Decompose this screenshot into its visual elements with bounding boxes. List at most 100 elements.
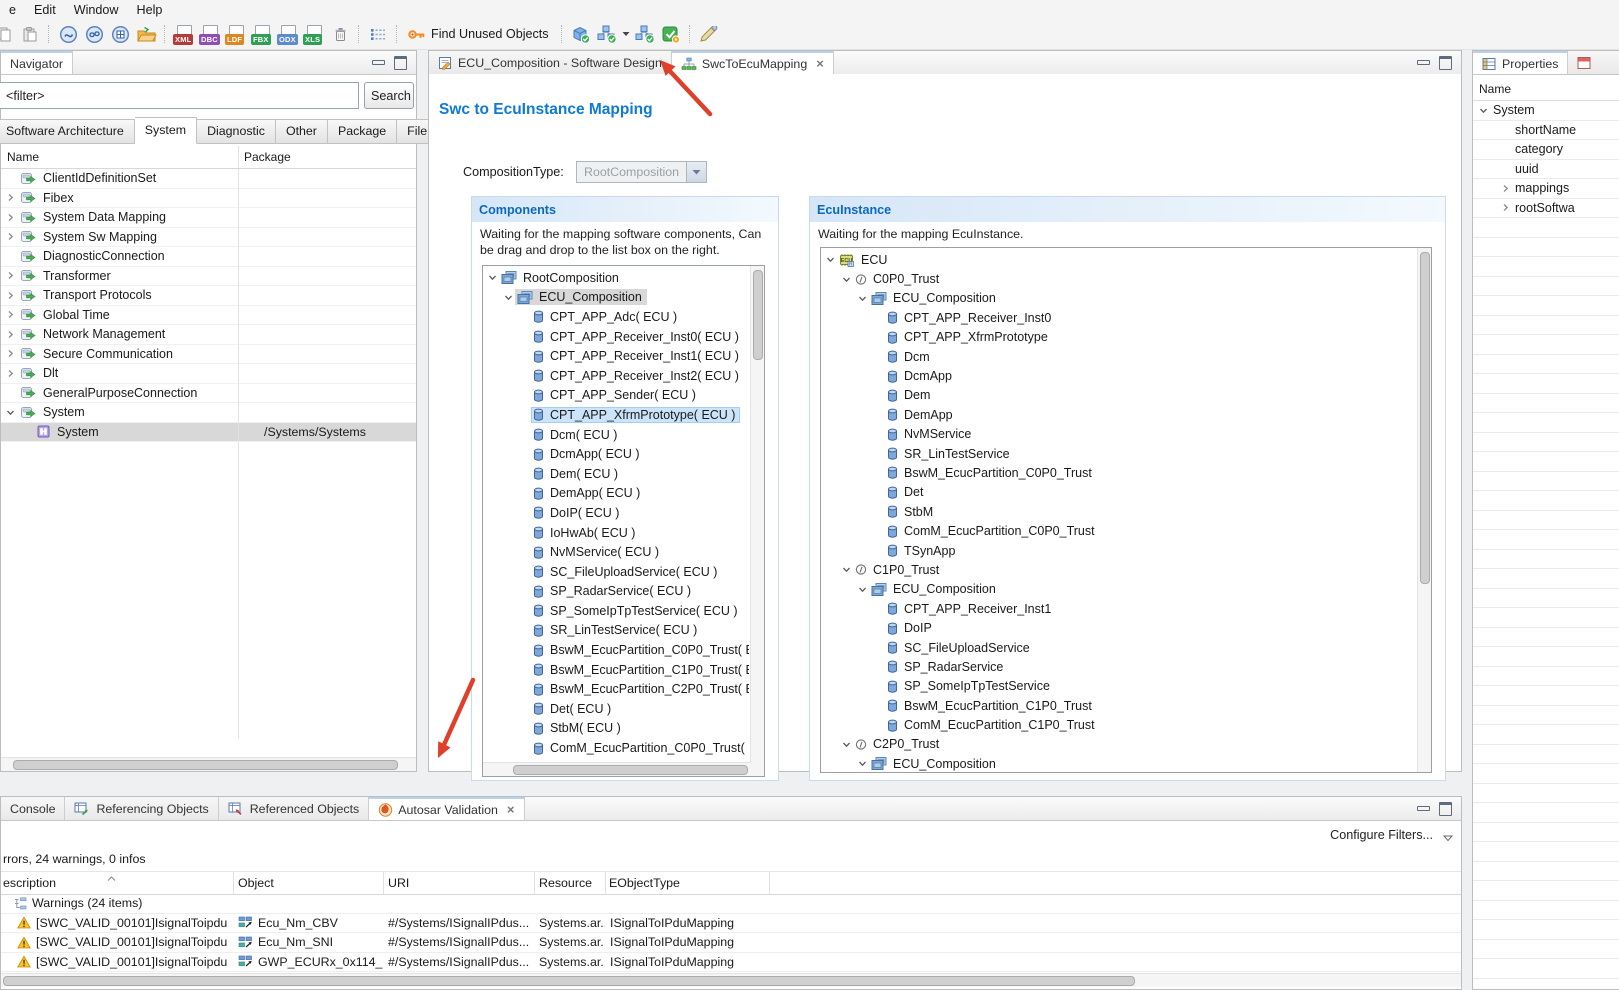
column-header-eobjecttype[interactable]: EObjectType xyxy=(609,876,680,890)
tree-item[interactable]: SR_LinTestService xyxy=(821,444,1418,463)
tree-item[interactable]: ComM_EcucPartition_C1P0_Trust xyxy=(821,715,1418,734)
property-row[interactable]: category xyxy=(1473,140,1619,160)
navigator-row[interactable]: System Data Mapping xyxy=(1,208,416,228)
navigator-row[interactable]: GeneralPurposeConnection xyxy=(1,384,416,404)
tree-item[interactable]: DoIP xyxy=(821,618,1418,637)
tree-item[interactable]: RootComposition xyxy=(483,268,751,288)
navigator-tab-diagnostic[interactable]: Diagnostic xyxy=(197,119,276,144)
cubes-check-button[interactable] xyxy=(594,22,620,46)
expander-closed-icon[interactable] xyxy=(1499,184,1512,193)
expander-closed-icon[interactable] xyxy=(4,193,17,202)
maximize-icon[interactable] xyxy=(394,56,407,70)
tree-item[interactable]: BswM_EcucPartition_C1P0_Trust xyxy=(821,696,1418,715)
tree-item[interactable]: CPT_APP_XfrmPrototype xyxy=(821,328,1418,347)
list-button[interactable] xyxy=(365,22,391,46)
delete-button[interactable] xyxy=(327,22,353,46)
expander-open-icon[interactable] xyxy=(4,408,17,417)
navigator-tab-software-architecture[interactable]: Software Architecture xyxy=(0,119,135,144)
expander-open-icon[interactable] xyxy=(824,255,837,264)
column-header-escription[interactable]: escription xyxy=(3,876,56,890)
ecuinstance-vscrollbar[interactable] xyxy=(1417,248,1431,772)
tree-item[interactable]: BswM_EcucPartition_C1P0_Trust( ECU ) xyxy=(483,660,751,680)
tree-item[interactable]: Dem( ECU ) xyxy=(483,464,751,484)
validation-row[interactable]: [SWC_VALID_00101]IsignalToipduEcu_Nm_SNI… xyxy=(1,933,1461,953)
property-row[interactable]: mappings xyxy=(1473,179,1619,199)
expander-closed-icon[interactable] xyxy=(4,213,17,222)
expander-closed-icon[interactable] xyxy=(4,291,17,300)
tree-item[interactable]: C0P0_Trust xyxy=(821,269,1418,288)
navigator-hscrollbar[interactable] xyxy=(1,757,416,771)
warnings-group-row[interactable]: Warnings (24 items) xyxy=(1,894,1461,914)
tree-item[interactable]: IoHwAb( ECU ) xyxy=(483,523,751,543)
property-row[interactable]: shortName xyxy=(1473,121,1619,141)
tree-item[interactable]: Det( ECU ) xyxy=(483,699,751,719)
tree-item[interactable]: ECU_Composition xyxy=(483,288,751,308)
navigator-row[interactable]: System xyxy=(1,403,416,423)
tree-item[interactable]: CPT_APP_Receiver_Inst1( ECU ) xyxy=(483,346,751,366)
tree-item[interactable]: ECU_Composition xyxy=(821,289,1418,308)
tree-item[interactable]: NvMService( ECU ) xyxy=(483,542,751,562)
tree-item[interactable]: Dem xyxy=(821,386,1418,405)
editor-tab-swctoecumapping[interactable]: SwcToEcuMapping× xyxy=(672,51,834,74)
property-row[interactable]: uuid xyxy=(1473,160,1619,180)
menu-e[interactable]: e xyxy=(0,1,25,19)
odx-file-icon[interactable]: ODX xyxy=(277,24,299,45)
tree-item[interactable]: Det xyxy=(821,483,1418,502)
console-tab-referencing-objects[interactable]: Referencing Objects xyxy=(65,797,218,820)
expander-open-icon[interactable] xyxy=(856,759,869,768)
components-vscrollbar[interactable] xyxy=(750,266,764,776)
console-hscrollbar[interactable] xyxy=(1,973,1461,987)
menu-help[interactable]: Help xyxy=(128,1,172,19)
navigator-row[interactable]: Transport Protocols xyxy=(1,286,416,306)
expander-open-icon[interactable] xyxy=(856,585,869,594)
tree-item[interactable]: SP_SomeIpTpTestService( ECU ) xyxy=(483,601,751,621)
console-tab-console[interactable]: Console xyxy=(1,797,65,820)
minimize-icon[interactable] xyxy=(1417,60,1430,65)
tree-item[interactable]: DemApp( ECU ) xyxy=(483,484,751,504)
tree-item[interactable]: SP_RadarService( ECU ) xyxy=(483,582,751,602)
navigator-tab-package[interactable]: Package xyxy=(328,119,397,144)
tree-item[interactable]: SR_LinTestService( ECU ) xyxy=(483,621,751,641)
tree-item[interactable]: ECU_Composition xyxy=(821,580,1418,599)
tree-item[interactable]: ECURECU xyxy=(821,250,1418,269)
tree-item[interactable]: CPT_APP_Receiver_Inst2( ECU ) xyxy=(483,366,751,386)
expander-closed-icon[interactable] xyxy=(4,330,17,339)
tree-item[interactable]: BswM_EcucPartition_C0P0_Trust xyxy=(821,463,1418,482)
view-menu-icon[interactable] xyxy=(1443,831,1453,845)
navigator-row[interactable]: System/Systems/Systems xyxy=(1,423,416,443)
navigator-row[interactable]: Dlt xyxy=(1,364,416,384)
ldf-file-icon[interactable]: LDF xyxy=(225,24,247,45)
tree-item[interactable]: StbM( ECU ) xyxy=(483,719,751,739)
copy-button[interactable] xyxy=(0,22,17,46)
column-header-package[interactable]: Package xyxy=(244,150,291,164)
cube-check-button[interactable] xyxy=(568,22,594,46)
expander-open-icon[interactable] xyxy=(856,294,869,303)
navigator-row[interactable]: ClientIdDefinitionSet xyxy=(1,169,416,189)
column-header-resource[interactable]: Resource xyxy=(539,876,592,890)
expander-closed-icon[interactable] xyxy=(1499,203,1512,212)
expander-open-icon[interactable] xyxy=(840,565,853,574)
expander-closed-icon[interactable] xyxy=(4,310,17,319)
minimize-icon[interactable] xyxy=(1417,806,1430,811)
navigator-row[interactable]: Transformer xyxy=(1,267,416,287)
close-icon[interactable]: × xyxy=(816,57,824,70)
validation-row[interactable]: [SWC_VALID_00101]IsignalToipduEcu_Nm_CBV… xyxy=(1,914,1461,934)
property-row[interactable]: System xyxy=(1473,101,1619,121)
navigator-row[interactable]: Secure Communication xyxy=(1,345,416,365)
tree-item[interactable]: ComM_EcucPartition_C0P0_Trust xyxy=(821,521,1418,540)
validate-button[interactable] xyxy=(658,22,684,46)
circle-window-button[interactable] xyxy=(107,22,133,46)
tree-item[interactable]: NvMService xyxy=(821,425,1418,444)
xml-file-icon[interactable]: XML xyxy=(173,24,195,45)
tree-item[interactable]: BswM_EcucPartition_C2P0_Trust( ECU ) xyxy=(483,679,751,699)
tree-item[interactable]: SC_FileUploadService xyxy=(821,638,1418,657)
tree-item[interactable]: Dcm xyxy=(821,347,1418,366)
tree-item[interactable]: ComM_EcucPartition_C0P0_Trust( E xyxy=(483,738,751,758)
search-button[interactable]: Search xyxy=(364,82,414,109)
find-unused-objects-label[interactable]: Find Unused Objects xyxy=(431,27,549,41)
expander-open-icon[interactable] xyxy=(840,740,853,749)
property-row[interactable]: rootSoftwa xyxy=(1473,199,1619,219)
navigator-row[interactable]: DiagnosticConnection xyxy=(1,247,416,267)
expander-open-icon[interactable] xyxy=(840,275,853,284)
key-button[interactable] xyxy=(403,22,429,46)
